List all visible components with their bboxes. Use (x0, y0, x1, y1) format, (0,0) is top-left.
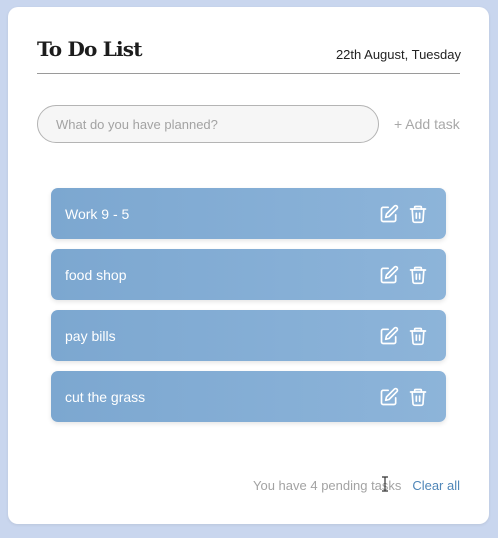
task-list: Work 9 - 5 food shop pay bills cut the g… (51, 188, 446, 432)
trash-icon[interactable] (408, 265, 428, 285)
task-item: cut the grass (51, 371, 446, 422)
app-title: To Do List (37, 37, 143, 61)
task-item: food shop (51, 249, 446, 300)
header-divider (37, 73, 460, 74)
task-label: food shop (65, 266, 127, 283)
task-label: pay bills (65, 327, 116, 344)
trash-icon[interactable] (408, 387, 428, 407)
edit-icon[interactable] (379, 265, 399, 285)
edit-icon[interactable] (379, 387, 399, 407)
task-actions (379, 326, 428, 346)
task-item: Work 9 - 5 (51, 188, 446, 239)
add-task-button[interactable]: + Add task (394, 116, 460, 132)
task-input[interactable] (37, 105, 379, 143)
task-actions (379, 265, 428, 285)
edit-icon[interactable] (379, 326, 399, 346)
trash-icon[interactable] (408, 326, 428, 346)
text-cursor-icon (382, 476, 388, 492)
edit-icon[interactable] (379, 204, 399, 224)
task-label: cut the grass (65, 388, 146, 405)
task-item: pay bills (51, 310, 446, 361)
trash-icon[interactable] (408, 204, 428, 224)
clear-all-button[interactable]: Clear all (412, 478, 460, 493)
task-label: Work 9 - 5 (65, 205, 130, 222)
task-actions (379, 204, 428, 224)
task-actions (379, 387, 428, 407)
todo-card: To Do List 22th August, Tuesday + Add ta… (8, 7, 489, 524)
date-label: 22th August, Tuesday (335, 47, 461, 62)
